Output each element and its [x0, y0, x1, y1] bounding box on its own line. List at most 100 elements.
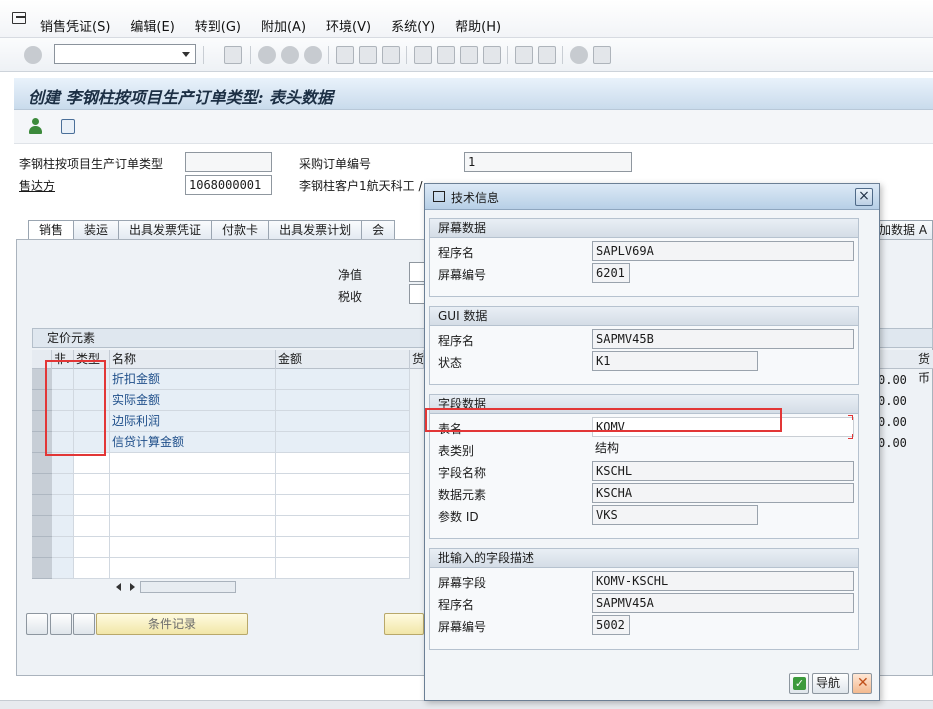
sold-to-field[interactable]: 1068000001 [185, 175, 272, 195]
amount-cell[interactable] [276, 537, 410, 558]
col-currency-header[interactable]: 货 [410, 350, 424, 369]
table-row[interactable] [32, 453, 412, 474]
parameter-id-field[interactable]: VKS [592, 505, 758, 525]
name-cell[interactable] [110, 453, 276, 474]
insert-row-button[interactable] [50, 613, 72, 635]
amount-cell[interactable] [276, 411, 410, 432]
type-cell[interactable] [74, 558, 110, 579]
name-cell[interactable] [110, 495, 276, 516]
details-button[interactable] [26, 613, 48, 635]
back-icon[interactable] [258, 46, 276, 64]
last-page-icon[interactable] [483, 46, 501, 64]
inactive-cell[interactable] [52, 558, 74, 579]
screen-field-field[interactable]: KOMV-KSCHL [592, 571, 854, 591]
help-icon[interactable] [570, 46, 588, 64]
screen-program-field[interactable]: SAPLV69A [592, 241, 854, 261]
menu-environment[interactable]: 环境(V) [326, 16, 371, 35]
table-row[interactable] [32, 558, 412, 579]
amount-cell[interactable] [276, 369, 410, 390]
screen-number-field[interactable]: 6201 [592, 263, 630, 283]
navigate-button[interactable]: 导航 [812, 673, 849, 694]
inactive-cell[interactable] [52, 474, 74, 495]
tab-billing-plan[interactable]: 出具发票计划 [268, 220, 363, 240]
order-type-field[interactable] [185, 152, 272, 172]
row-selector[interactable] [32, 558, 52, 579]
inactive-cell[interactable] [52, 495, 74, 516]
col-name-header[interactable]: 名称 [110, 350, 276, 369]
condition-record-button[interactable]: 条件记录 [96, 613, 248, 635]
amount-cell[interactable] [276, 432, 410, 453]
tab-sales[interactable]: 销售 [28, 220, 75, 240]
first-page-icon[interactable] [414, 46, 432, 64]
amount-cell[interactable] [276, 495, 410, 516]
delete-row-button[interactable] [73, 613, 95, 635]
cancel-button[interactable]: ✕ [852, 673, 872, 694]
type-cell[interactable] [74, 474, 110, 495]
row-selector[interactable] [32, 453, 52, 474]
inactive-cell[interactable] [52, 516, 74, 537]
sold-to-label[interactable]: 售达方 [19, 177, 55, 194]
pencil-icon[interactable] [384, 613, 424, 635]
amount-cell[interactable] [276, 390, 410, 411]
row-selector[interactable] [32, 495, 52, 516]
tab-payment-cards[interactable]: 付款卡 [211, 220, 270, 240]
batch-program-field[interactable]: SAPMV45A [592, 593, 854, 613]
menu-goto[interactable]: 转到(G) [195, 16, 241, 35]
type-cell[interactable] [74, 495, 110, 516]
print-icon[interactable] [336, 46, 354, 64]
enter-icon[interactable] [24, 46, 42, 64]
scroll-left-icon[interactable] [116, 583, 121, 591]
close-icon[interactable]: × [855, 188, 873, 206]
data-element-field[interactable]: KSCHA [592, 483, 854, 503]
amount-cell[interactable] [276, 453, 410, 474]
amount-cell[interactable] [276, 516, 410, 537]
gui-status-field[interactable]: K1 [592, 351, 758, 371]
new-session-icon[interactable] [515, 46, 533, 64]
cancel-icon[interactable] [304, 46, 322, 64]
inactive-cell[interactable] [52, 453, 74, 474]
scroll-right-icon[interactable] [130, 583, 135, 591]
type-cell[interactable] [74, 453, 110, 474]
name-cell[interactable] [110, 516, 276, 537]
table-row[interactable] [32, 537, 412, 558]
next-page-icon[interactable] [460, 46, 478, 64]
menu-help[interactable]: 帮助(H) [455, 16, 501, 35]
gui-program-field[interactable]: SAPMV45B [592, 329, 854, 349]
command-field[interactable] [54, 44, 196, 64]
type-cell[interactable] [74, 516, 110, 537]
menu-extras[interactable]: 附加(A) [261, 16, 306, 35]
name-cell[interactable] [110, 474, 276, 495]
table-row[interactable] [32, 516, 412, 537]
table-row[interactable] [32, 495, 412, 516]
amount-cell[interactable] [276, 558, 410, 579]
exit-icon[interactable] [281, 46, 299, 64]
inactive-cell[interactable] [52, 537, 74, 558]
confirm-button[interactable]: ✓ [789, 673, 809, 694]
find-next-icon[interactable] [382, 46, 400, 64]
menu-edit[interactable]: 编辑(E) [130, 16, 174, 35]
table-row[interactable] [32, 474, 412, 495]
shortcut-icon[interactable] [538, 46, 556, 64]
save-icon[interactable] [224, 46, 242, 64]
chevron-down-icon[interactable] [182, 52, 190, 57]
tab-shipping[interactable]: 装运 [73, 220, 120, 240]
previous-page-icon[interactable] [437, 46, 455, 64]
menu-sales-document[interactable]: 销售凭证(S) [40, 16, 110, 35]
tab-billing-document[interactable]: 出具发票凭证 [118, 220, 213, 240]
name-cell[interactable] [110, 537, 276, 558]
scroll-thumb[interactable] [140, 581, 236, 593]
row-selector[interactable] [32, 516, 52, 537]
window-menu-icon[interactable] [12, 12, 26, 24]
tab-accounting[interactable]: 会 [361, 220, 396, 240]
partner-icon[interactable] [28, 118, 42, 135]
type-cell[interactable] [74, 537, 110, 558]
find-icon[interactable] [359, 46, 377, 64]
name-cell[interactable] [110, 558, 276, 579]
document-flow-icon[interactable] [61, 119, 75, 134]
horizontal-scrollbar[interactable] [110, 580, 240, 594]
col-amount-header[interactable]: 金额 [276, 350, 410, 369]
menu-system[interactable]: 系统(Y) [391, 16, 435, 35]
layout-menu-icon[interactable] [593, 46, 611, 64]
row-selector[interactable] [32, 537, 52, 558]
po-number-field[interactable]: 1 [464, 152, 632, 172]
